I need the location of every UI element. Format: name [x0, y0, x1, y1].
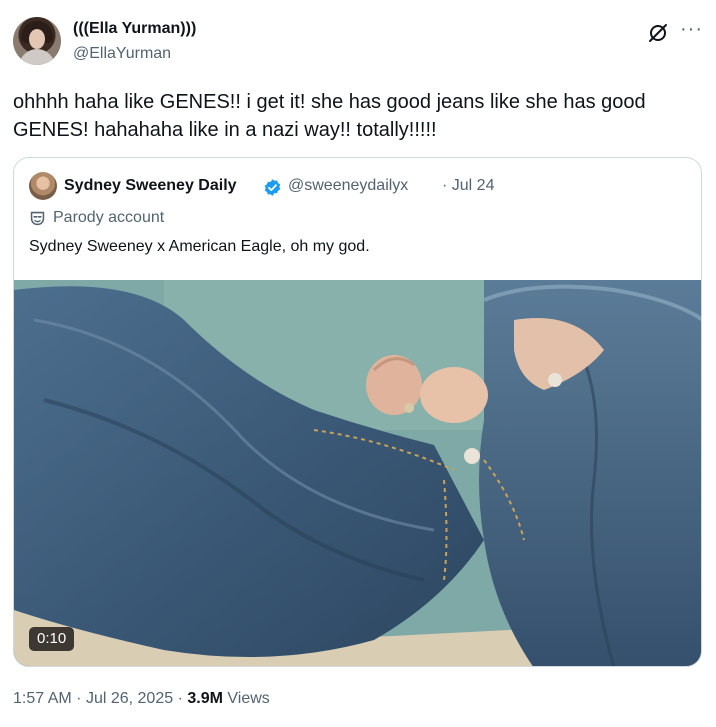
- views-label: Views: [227, 690, 270, 707]
- views-count: 3.9M: [187, 690, 223, 707]
- tweet: (((Ella Yurman))) @EllaYurman ··· ohhhh …: [0, 0, 716, 727]
- grok-icon[interactable]: [647, 22, 669, 44]
- tweet-time[interactable]: 1:57 AM: [13, 690, 72, 707]
- author-handle[interactable]: @EllaYurman: [73, 45, 171, 63]
- video-player[interactable]: 0:10: [14, 280, 701, 666]
- author-avatar[interactable]: [13, 17, 61, 65]
- quoted-author-handle[interactable]: @sweeneydailyx: [288, 177, 408, 195]
- verified-badge-icon: [263, 178, 282, 197]
- video-frame-image: [14, 280, 701, 666]
- meta-separator: ·: [177, 690, 188, 707]
- quoted-tweet-date[interactable]: · Jul 24: [442, 177, 494, 195]
- more-options-icon[interactable]: ···: [680, 19, 702, 44]
- quoted-tweet-card[interactable]: Sydney Sweeney Daily @sweeneydailyx · Ju…: [13, 157, 702, 667]
- avatar-face: [29, 29, 45, 49]
- quoted-author-name[interactable]: Sydney Sweeney Daily: [64, 177, 237, 195]
- author-display-name[interactable]: (((Ella Yurman))): [73, 20, 196, 38]
- tweet-metadata: 1:57 AM · Jul 26, 2025 · 3.9M Views: [13, 690, 270, 708]
- quoted-tweet-text: Sydney Sweeney x American Eagle, oh my g…: [29, 238, 370, 255]
- meta-separator: ·: [76, 690, 86, 707]
- quoted-author-avatar[interactable]: [29, 172, 57, 200]
- video-duration-badge: 0:10: [29, 627, 75, 651]
- parody-account-label: Parody account: [53, 209, 165, 226]
- tweet-date[interactable]: Jul 26, 2025: [86, 690, 173, 707]
- parody-mask-icon: [29, 210, 46, 227]
- avatar-shirt: [19, 49, 55, 65]
- tweet-text: ohhhh haha like GENES!! i get it! she ha…: [13, 91, 646, 141]
